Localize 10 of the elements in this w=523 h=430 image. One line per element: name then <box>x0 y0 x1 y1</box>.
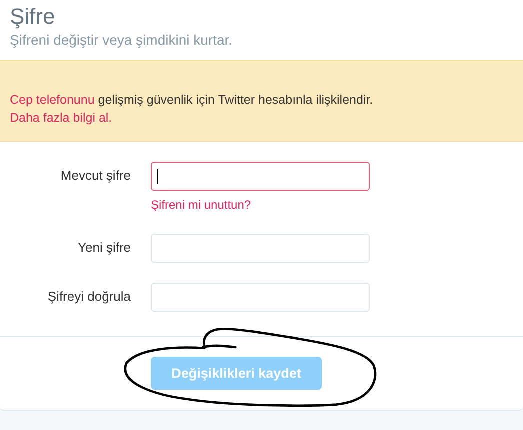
field-label: Yeni şifre <box>77 239 131 257</box>
field-label: Mevcut şifre <box>60 167 131 185</box>
notice-text: Cep telefonunu gelişmiş güvenlik için Twitter hesabınla ilişkilendir. <box>10 92 374 109</box>
password-field[interactable] <box>151 162 370 191</box>
forgot-password-link[interactable]: Şifreni mi unuttun? <box>151 198 252 212</box>
page-title: Şifre <box>10 4 56 30</box>
phone-link[interactable]: Cep telefonunu <box>10 93 95 107</box>
learn-more-link[interactable]: Daha fazla bilgi al. <box>10 110 112 127</box>
page-subtitle: Şifreni değiştir veya şimdikini kurtar. <box>10 32 234 48</box>
field-label: Şifreyi doğrula <box>46 288 131 306</box>
